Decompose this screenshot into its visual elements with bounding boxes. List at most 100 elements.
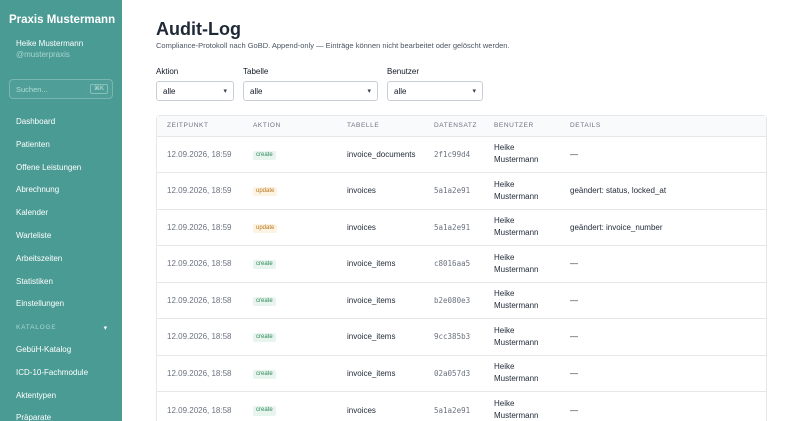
filter-table-select[interactable]: alle ▾: [243, 81, 378, 101]
chevron-down-icon: ▾: [223, 88, 227, 95]
sidebar-item-kalender[interactable]: Kalender: [0, 202, 122, 225]
cell-record-id: 9cc385b3: [434, 332, 471, 342]
sidebar-section-kataloge[interactable]: KATALOGE ▾: [0, 316, 122, 339]
cell-action: create: [243, 282, 337, 319]
action-badge: create: [253, 406, 276, 416]
action-badge: create: [253, 150, 276, 160]
cell-user: Heike Mustermann: [494, 325, 539, 347]
cell-user: Heike Mustermann: [494, 252, 539, 274]
table-row[interactable]: 12.09.2026, 18:59 create invoice_documen…: [157, 136, 766, 173]
table-row[interactable]: 12.09.2026, 18:58 create invoice_items b…: [157, 282, 766, 319]
sidebar-item-abrechnung[interactable]: Abrechnung: [0, 179, 122, 202]
cell-details: —: [570, 295, 578, 305]
table-header-row: ZEITPUNKT AKTION TABELLE DATENSATZ BENUT…: [157, 116, 766, 136]
cell-details: —: [570, 259, 578, 269]
cell-details: —: [570, 405, 578, 415]
action-badge: update: [253, 187, 278, 197]
search-shortcut-badge: ⌘K: [89, 84, 108, 94]
cell-table: invoices: [347, 186, 376, 196]
cell-time: 12.09.2026, 18:58: [167, 405, 232, 415]
column-header-zeitpunkt: ZEITPUNKT: [167, 122, 209, 130]
cell-user: Heike Mustermann: [494, 143, 539, 165]
cell-details: —: [570, 332, 578, 342]
cell-table: invoice_documents: [347, 149, 416, 159]
user-name: Heike Mustermann: [16, 39, 84, 48]
cell-table: invoices: [347, 405, 376, 415]
cell-action: create: [243, 136, 337, 173]
user-handle: @musterpraxis: [16, 50, 70, 59]
table-row[interactable]: 12.09.2026, 18:58 create invoice_items 9…: [157, 318, 766, 356]
cell-record-id: 5a1a2e91: [434, 405, 471, 415]
cell-action: create: [243, 319, 337, 356]
action-badge: create: [253, 260, 276, 270]
sidebar-item-patienten[interactable]: Patienten: [0, 134, 122, 157]
column-header-benutzer: BENUTZER: [494, 122, 534, 130]
search-box[interactable]: ⌘K: [9, 79, 113, 99]
sidebar-item-warteliste[interactable]: Warteliste: [0, 225, 122, 248]
audit-log-table: ZEITPUNKT AKTION TABELLE DATENSATZ BENUT…: [156, 115, 767, 421]
cell-action: update: [243, 173, 337, 210]
action-badge: update: [253, 223, 278, 233]
cell-table: invoice_items: [347, 368, 396, 378]
table-row[interactable]: 12.09.2026, 18:58 create invoice_items c…: [157, 245, 766, 283]
cell-details: geändert: status, locked_at: [570, 186, 667, 196]
sidebar: Praxis Mustermann Heike Mustermann @must…: [0, 0, 122, 421]
cell-user: Heike Mustermann: [494, 399, 539, 420]
cell-action: create: [243, 355, 337, 392]
cell-action: update: [243, 209, 337, 246]
cell-table: invoices: [347, 222, 376, 232]
cell-record-id: c8016aa5: [434, 259, 471, 269]
cell-details: geändert: invoice_number: [570, 222, 663, 232]
cell-time: 12.09.2026, 18:59: [167, 222, 232, 232]
table-row[interactable]: 12.09.2026, 18:58 create invoice_items 0…: [157, 355, 766, 392]
cell-table: invoice_items: [347, 295, 396, 305]
sidebar-item-arbeitszeiten[interactable]: Arbeitszeiten: [0, 248, 122, 271]
chevron-down-icon: ▾: [472, 88, 476, 95]
filter-action-select[interactable]: alle ▾: [156, 81, 234, 101]
column-header-tabelle: TABELLE: [347, 122, 380, 130]
search-input[interactable]: [16, 84, 90, 94]
chevron-down-icon[interactable]: ▾: [104, 324, 108, 332]
cell-user: Heike Mustermann: [494, 289, 539, 311]
cell-table: invoice_items: [347, 259, 396, 269]
sidebar-item-einstellungen[interactable]: Einstellungen: [0, 293, 122, 316]
sidebar-item-gebueh-katalog[interactable]: GebüH-Katalog: [0, 339, 122, 362]
cell-user: Heike Mustermann: [494, 216, 539, 238]
sidebar-item-offene-leistungen[interactable]: Offene Leistungen: [0, 157, 122, 180]
sidebar-nav: Dashboard Patienten Offene Leistungen Ab…: [0, 111, 122, 421]
action-badge: create: [253, 296, 276, 306]
sidebar-item-icd10-fachmodule[interactable]: ICD-10-Fachmodule: [0, 362, 122, 385]
cell-user: Heike Mustermann: [494, 362, 539, 384]
page-title: Audit-Log: [156, 19, 241, 39]
action-badge: create: [253, 333, 276, 343]
action-badge: create: [253, 369, 276, 379]
sidebar-item-praeparate[interactable]: Präparate: [0, 407, 122, 421]
column-header-details: DETAILS: [570, 122, 601, 130]
filter-action-label: Aktion: [156, 67, 179, 76]
sidebar-section-label: KATALOGE: [16, 324, 57, 332]
cell-action: create: [243, 392, 337, 421]
table-row[interactable]: 12.09.2026, 18:58 create invoices 5a1a2e…: [157, 391, 766, 421]
column-header-aktion: AKTION: [253, 122, 281, 130]
filter-user-select[interactable]: alle ▾: [387, 81, 483, 101]
table-row[interactable]: 12.09.2026, 18:59 update invoices 5a1a2e…: [157, 209, 766, 246]
cell-time: 12.09.2026, 18:58: [167, 368, 232, 378]
sidebar-item-dashboard[interactable]: Dashboard: [0, 111, 122, 134]
cell-table: invoice_items: [347, 332, 396, 342]
column-header-datensatz: DATENSATZ: [434, 122, 478, 130]
cell-record-id: 2f1c99d4: [434, 149, 471, 159]
cell-action: create: [243, 246, 337, 283]
cell-time: 12.09.2026, 18:58: [167, 332, 232, 342]
cell-record-id: 5a1a2e91: [434, 222, 471, 232]
sidebar-item-statistiken[interactable]: Statistiken: [0, 271, 122, 294]
cell-time: 12.09.2026, 18:58: [167, 295, 232, 305]
cell-details: —: [570, 368, 578, 378]
chevron-down-icon: ▾: [367, 88, 371, 95]
sidebar-item-aktentypen[interactable]: Aktentypen: [0, 385, 122, 408]
cell-record-id: b2e080e3: [434, 295, 471, 305]
cell-details: —: [570, 149, 578, 159]
brand-title[interactable]: Praxis Mustermann: [9, 14, 115, 26]
table-row[interactable]: 12.09.2026, 18:59 update invoices 5a1a2e…: [157, 172, 766, 210]
filter-table-label: Tabelle: [243, 67, 269, 76]
cell-record-id: 02a057d3: [434, 368, 471, 378]
